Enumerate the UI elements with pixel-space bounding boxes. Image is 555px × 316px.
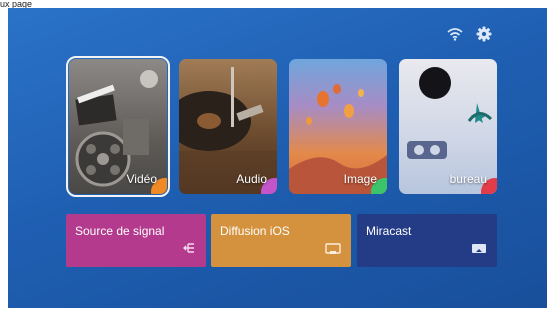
miracast-button[interactable]: Miracast: [357, 214, 497, 267]
wifi-icon: [446, 25, 464, 43]
diffusion-ios-button[interactable]: Diffusion iOS: [211, 214, 351, 267]
gear-icon[interactable]: [475, 25, 493, 43]
signal-source-button[interactable]: Source de signal: [66, 214, 206, 267]
tile-video-label: Vidéo: [126, 172, 157, 186]
home-screen: Vidéo Audio Image bureau Source de signa…: [8, 8, 547, 308]
tile-image[interactable]: Image: [289, 59, 387, 194]
tile-bureau-label: bureau: [449, 172, 487, 186]
window-caption: ux page: [0, 0, 33, 8]
tile-bureau[interactable]: bureau: [399, 59, 497, 194]
tile-image-label: Image: [343, 172, 377, 186]
diffusion-ios-label: Diffusion iOS: [220, 224, 290, 238]
tile-audio-label: Audio: [236, 172, 267, 186]
miracast-label: Miracast: [366, 224, 412, 238]
signal-source-icon: [182, 241, 196, 260]
cast-screen-icon: [471, 242, 487, 260]
screen-mirror-icon: [325, 242, 341, 260]
tile-video[interactable]: Vidéo: [66, 56, 170, 197]
tile-audio[interactable]: Audio: [179, 59, 277, 194]
signal-source-label: Source de signal: [75, 224, 165, 238]
